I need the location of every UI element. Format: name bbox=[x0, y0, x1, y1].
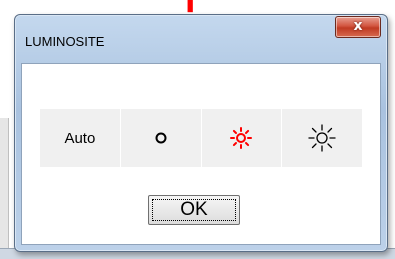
brightness-mode-bar: Auto bbox=[40, 109, 362, 167]
ok-button-label: OK bbox=[180, 199, 208, 220]
sun-icon bbox=[308, 124, 336, 152]
mode-button-high[interactable] bbox=[282, 109, 362, 167]
dialog-title: LUMINOSITE bbox=[25, 34, 105, 49]
mode-button-low[interactable] bbox=[120, 109, 202, 167]
close-icon: x bbox=[353, 18, 363, 34]
close-button[interactable]: x bbox=[335, 16, 381, 38]
dialog-client-area: Auto OK bbox=[21, 63, 381, 245]
mode-button-auto[interactable]: Auto bbox=[40, 109, 121, 167]
circle-icon bbox=[155, 132, 167, 144]
background-strip bbox=[0, 118, 9, 248]
luminosite-dialog: LUMINOSITE x Auto OK bbox=[14, 14, 388, 252]
mode-auto-label: Auto bbox=[64, 129, 96, 147]
sun-icon-red bbox=[230, 127, 253, 149]
ok-button[interactable]: OK bbox=[148, 195, 240, 225]
mode-button-medium[interactable] bbox=[201, 109, 283, 167]
